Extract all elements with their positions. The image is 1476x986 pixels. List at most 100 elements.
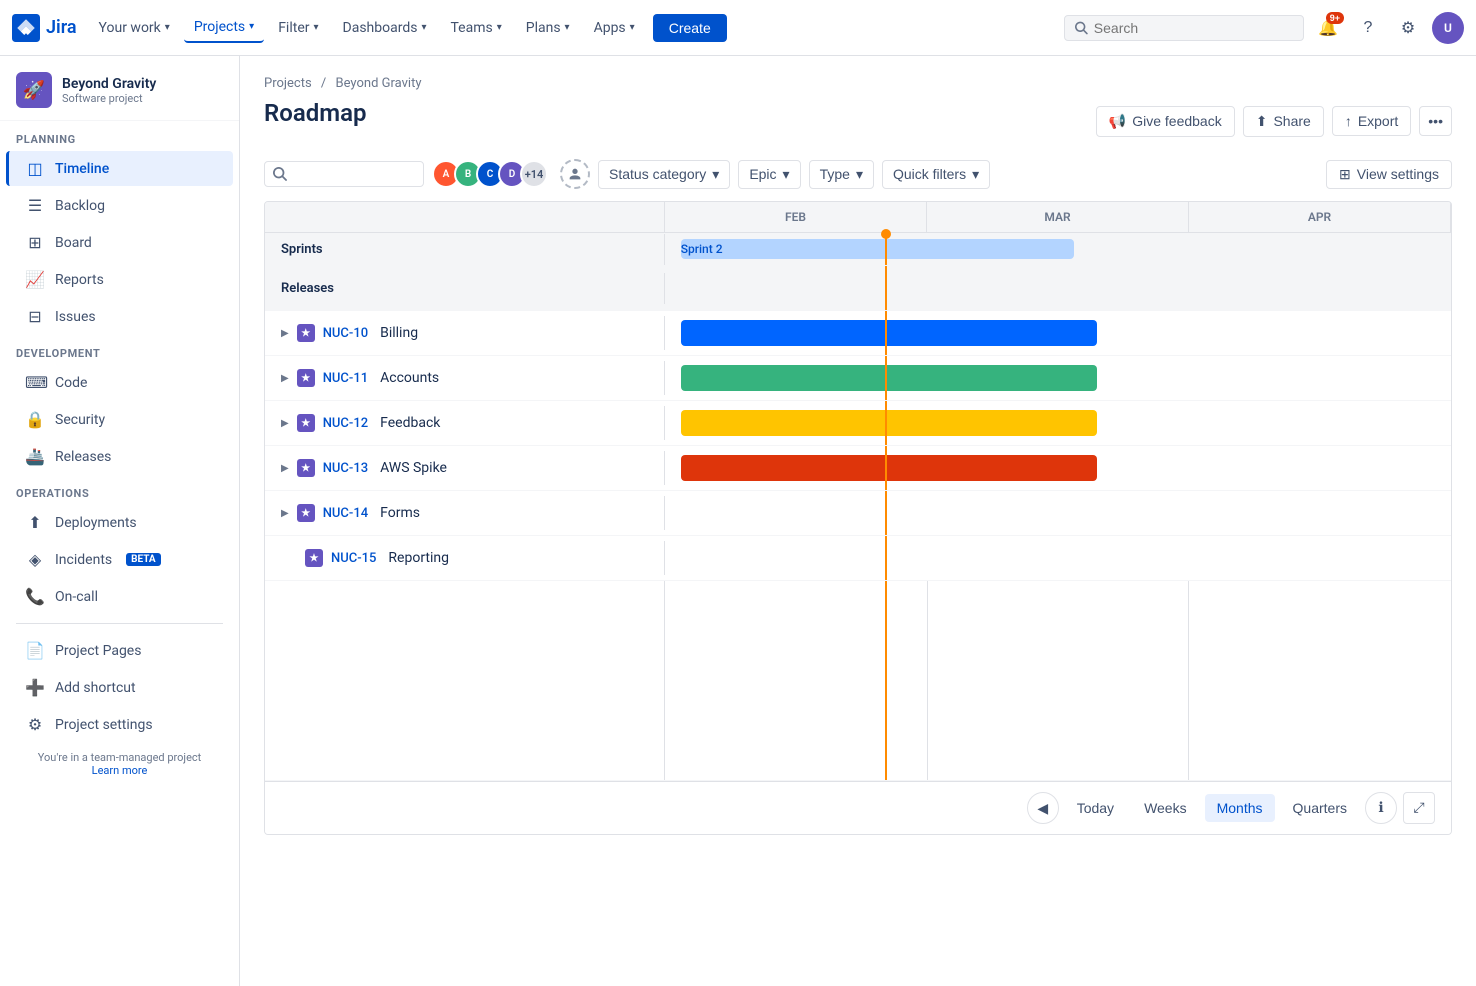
today-line-nuc14: [885, 491, 887, 535]
releases-bar-area: [665, 266, 1451, 310]
task-id-nuc12[interactable]: NUC-12: [323, 416, 368, 431]
project-icon: 🚀: [16, 72, 52, 108]
pages-icon: 📄: [25, 641, 45, 660]
prev-period-button[interactable]: ◀: [1027, 792, 1059, 824]
breadcrumb-projects[interactable]: Projects: [264, 76, 312, 91]
sidebar-item-issues[interactable]: ⊟ Issues: [6, 299, 233, 334]
chevron-down-icon: ▾: [972, 166, 979, 183]
nav-plans[interactable]: Plans ▾: [516, 14, 580, 42]
task-bar-nuc10[interactable]: [681, 320, 1098, 346]
sidebar-item-label: Board: [55, 235, 92, 251]
nav-dashboards[interactable]: Dashboards ▾: [333, 14, 437, 42]
sidebar-item-label: Incidents: [55, 552, 112, 568]
sidebar-item-add-shortcut[interactable]: ➕ Add shortcut: [6, 670, 233, 705]
type-filter[interactable]: Type ▾: [809, 160, 874, 189]
notification-badge: 9+: [1326, 12, 1344, 24]
page-actions: 📢 Give feedback ⬆ Share ↑ Export •••: [1096, 106, 1452, 137]
reports-icon: 📈: [25, 270, 45, 289]
export-icon: ↑: [1345, 113, 1352, 129]
app-layout: 🚀 Beyond Gravity Software project PLANNI…: [0, 56, 1476, 986]
feedback-button[interactable]: 📢 Give feedback: [1096, 106, 1235, 137]
task-search-input[interactable]: [293, 166, 413, 182]
nav-your-work[interactable]: Your work ▾: [89, 14, 180, 42]
epic-filter[interactable]: Epic ▾: [738, 160, 800, 189]
timeline-icon: ◫: [25, 159, 45, 178]
development-section-label: DEVELOPMENT: [16, 347, 223, 360]
expand-icon-nuc12[interactable]: ▶: [281, 418, 289, 429]
sidebar-item-incidents[interactable]: ◈ Incidents BETA: [6, 542, 233, 577]
task-search-bar[interactable]: [264, 161, 424, 187]
search-input[interactable]: [1094, 20, 1293, 36]
assign-person-button[interactable]: [560, 159, 590, 189]
settings-button[interactable]: ⚙: [1392, 12, 1424, 44]
help-button[interactable]: ?: [1352, 12, 1384, 44]
learn-more-link[interactable]: Learn more: [92, 764, 148, 777]
task-bar-nuc13[interactable]: [681, 455, 1098, 481]
nav-filter[interactable]: Filter ▾: [268, 14, 328, 42]
expand-icon-nuc10[interactable]: ▶: [281, 328, 289, 339]
gantt-header: FEB MAR APR: [265, 202, 1451, 233]
share-button[interactable]: ⬆ Share: [1243, 106, 1324, 137]
info-button[interactable]: ℹ: [1365, 792, 1397, 824]
breadcrumb-project[interactable]: Beyond Gravity: [336, 76, 422, 91]
quarters-button[interactable]: Quarters: [1281, 794, 1359, 822]
task-bar-area-nuc15: [665, 536, 1451, 580]
task-name-nuc10: Billing: [380, 325, 418, 341]
task-id-nuc11[interactable]: NUC-11: [323, 371, 368, 386]
fullscreen-button[interactable]: ⤢: [1403, 792, 1435, 824]
sidebar-item-oncall[interactable]: 📞 On-call: [6, 579, 233, 614]
task-name-nuc13: AWS Spike: [380, 460, 447, 476]
notifications-button[interactable]: 🔔 9+: [1312, 12, 1344, 44]
gantt-bottom-bar: ◀ Today Weeks Months Quarters ℹ ⤢: [265, 781, 1451, 834]
sidebar-item-board[interactable]: ⊞ Board: [6, 225, 233, 260]
task-id-nuc10[interactable]: NUC-10: [323, 326, 368, 341]
months-button[interactable]: Months: [1205, 794, 1275, 822]
export-button[interactable]: ↑ Export: [1332, 106, 1411, 136]
sidebar-item-security[interactable]: 🔒 Security: [6, 402, 233, 437]
more-actions-button[interactable]: •••: [1419, 106, 1452, 136]
month-divider-2: [1188, 581, 1189, 780]
task-bar-nuc12[interactable]: [681, 410, 1098, 436]
app-logo[interactable]: Jira: [12, 14, 77, 42]
avatar-count[interactable]: +14: [520, 160, 548, 188]
sidebar-item-releases[interactable]: 🚢 Releases: [6, 439, 233, 474]
releases-label: Releases: [281, 281, 334, 296]
quick-filters[interactable]: Quick filters ▾: [882, 160, 990, 189]
today-button[interactable]: Today: [1065, 794, 1126, 822]
sidebar-item-deployments[interactable]: ⬆ Deployments: [6, 505, 233, 540]
sidebar-item-reports[interactable]: 📈 Reports: [6, 262, 233, 297]
sidebar-item-project-pages[interactable]: 📄 Project Pages: [6, 633, 233, 668]
search-icon: [1075, 21, 1088, 35]
nav-apps[interactable]: Apps ▾: [584, 14, 645, 42]
sidebar-item-project-settings[interactable]: ⚙ Project settings: [6, 707, 233, 742]
sidebar-item-label: On-call: [55, 589, 98, 605]
sidebar-item-label: Backlog: [55, 198, 105, 214]
today-line-releases: [885, 266, 887, 310]
status-category-filter[interactable]: Status category ▾: [598, 160, 730, 189]
expand-icon-nuc13[interactable]: ▶: [281, 463, 289, 474]
expand-icon-nuc14[interactable]: ▶: [281, 508, 289, 519]
sidebar-item-timeline[interactable]: ◫ Timeline: [6, 151, 233, 186]
view-settings-button[interactable]: ⊞ View settings: [1326, 160, 1452, 189]
create-button[interactable]: Create: [653, 14, 727, 42]
search-bar[interactable]: [1064, 15, 1304, 41]
sidebar-item-backlog[interactable]: ☰ Backlog: [6, 188, 233, 223]
user-avatar[interactable]: U: [1432, 12, 1464, 44]
sidebar-item-code[interactable]: ⌨ Code: [6, 365, 233, 400]
month-divider-1: [927, 581, 928, 780]
task-id-nuc14[interactable]: NUC-14: [323, 506, 368, 521]
month-feb: FEB: [665, 202, 927, 232]
nav-projects[interactable]: Projects ▾: [184, 13, 264, 43]
sidebar-project-header[interactable]: 🚀 Beyond Gravity Software project: [0, 56, 239, 121]
weeks-button[interactable]: Weeks: [1132, 794, 1199, 822]
nav-teams[interactable]: Teams ▾: [440, 14, 511, 42]
today-line-empty: [885, 581, 887, 780]
task-id-nuc15[interactable]: NUC-15: [331, 551, 376, 566]
task-id-nuc13[interactable]: NUC-13: [323, 461, 368, 476]
chevron-down-icon: ▾: [497, 22, 502, 33]
task-bar-area-nuc14: [665, 491, 1451, 535]
project-name: Beyond Gravity: [62, 76, 156, 92]
task-bar-nuc11[interactable]: [681, 365, 1098, 391]
top-nav: Jira Your work ▾ Projects ▾ Filter ▾ Das…: [0, 0, 1476, 56]
expand-icon-nuc11[interactable]: ▶: [281, 373, 289, 384]
